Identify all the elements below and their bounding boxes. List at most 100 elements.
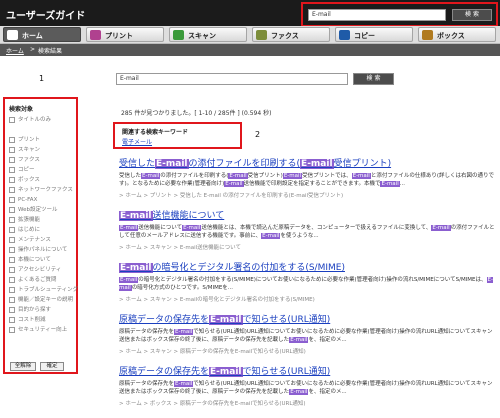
checkbox-icon[interactable] [9,267,15,273]
snippet-highlight: E-mail [119,225,139,231]
title-part: 原稿データの保存先を [119,367,210,377]
tab-copy[interactable]: コピー [335,27,413,42]
filter-checkbox[interactable]: メンテナンス [9,236,75,245]
filter-label: ボックス [18,177,40,183]
tab-home[interactable]: ホーム [3,27,81,42]
filter-checkbox[interactable]: ネットワークファクス [9,186,75,195]
filter-label: PC-FAX [18,197,38,203]
main-search-input[interactable]: E-mail [116,73,348,85]
tab-box[interactable]: ボックス [418,27,496,42]
title-part: 受信した [119,159,156,169]
checkbox-icon[interactable] [9,317,15,323]
checkbox-icon[interactable] [9,237,15,243]
filter-label: コピー [18,167,35,173]
checkbox-icon[interactable] [9,227,15,233]
result-title-link[interactable]: 原稿データの保存先をE-mailで知らせる(URL通知) [119,312,497,325]
checkbox-icon[interactable] [9,187,15,193]
filter-checkbox[interactable]: 本機について [9,256,75,265]
filter-checkbox[interactable]: Web設定ツール [9,206,75,215]
filter-checkbox[interactable]: タイトルのみ [9,116,75,125]
title-part: の暗号化とデジタル署名の付加をする(S/MIME) [152,263,345,273]
breadcrumb-home[interactable]: ホーム [6,46,24,55]
filter-checkbox[interactable]: コスト削減 [9,316,75,325]
snippet-highlight: E-mail [282,173,303,179]
filter-checkbox[interactable]: よくあるご質問 [9,276,75,285]
filter-checkbox[interactable]: ファクス [9,156,75,165]
filter-checkbox[interactable]: 目的から探す [9,306,75,315]
checkbox-icon[interactable] [9,167,15,173]
filter-checkbox[interactable]: コピー [9,166,75,175]
tab-print-label: プリント [105,32,133,40]
filter-checkbox[interactable]: スキャン [9,146,75,155]
annotation-1: 1 [39,74,45,83]
checkbox-icon[interactable] [9,247,15,253]
tab-print[interactable]: プリント [86,27,164,42]
filter-label: はじめに [18,227,41,233]
result-count: 285 件が見つかりました。[ 1-10 / 285件 ] (0.594 秒) [121,110,272,117]
header-search-button[interactable]: 検 索 [452,9,492,21]
snippet-highlight: E-mail [174,329,194,335]
filter-label: タイトルのみ [18,117,52,123]
search-result: 原稿データの保存先をE-mailで知らせる(URL通知) 原稿データの保存先をE… [119,364,497,407]
result-title-link[interactable]: 原稿データの保存先をE-mailで知らせる(URL通知) [119,364,497,377]
snippet-part: 受信プリントでは、 [302,173,352,179]
snippet-part: 受信プリント) [247,173,283,179]
main-search-button[interactable]: 検 索 [353,73,394,85]
checkbox-icon[interactable] [9,137,15,143]
title-highlight: E-mail [209,315,243,325]
filter-checkbox[interactable]: 拡張機能 [9,216,75,225]
snippet-part: 原稿データの保存先を [119,329,175,335]
snippet-part: 送信機能とは、本機で読込んだ原稿データを、コンピューターで扱えるファイルに変換し… [201,225,432,231]
filter-checkbox[interactable]: セキュリティー向上 [9,326,75,335]
checkbox-icon[interactable] [9,327,15,333]
checkbox-icon[interactable] [9,157,15,163]
filter-checkbox[interactable]: PC-FAX [9,196,75,205]
filter-label: 目的から探す [18,307,52,313]
checkbox-icon[interactable] [9,217,15,223]
tab-fax-label: ファクス [271,32,299,40]
checkbox-icon[interactable] [9,297,15,303]
snippet-part: 受信した [119,173,142,179]
tab-copy-label: コピー [354,32,375,40]
filter-checkbox[interactable]: ボックス [9,176,75,185]
snippet-highlight: E-mail [224,181,244,187]
checkbox-icon[interactable] [9,177,15,183]
checkbox-icon[interactable] [9,117,15,123]
result-title-link[interactable]: E-mailの暗号化とデジタル署名の付加をする(S/MIME) [119,260,497,273]
filter-checkbox[interactable]: 機能／設定キーの説明 [9,296,75,305]
filter-checkbox[interactable]: トラブルシューティング [9,286,78,295]
filter-checkbox[interactable]: プリント [9,136,75,145]
search-result: E-mail送信機能について E-mail送信機能についてE-mail送信機能と… [119,208,497,251]
checkbox-icon[interactable] [9,207,15,213]
deselect-all-button[interactable]: 全解除 [10,362,36,371]
checkbox-icon[interactable] [9,277,15,283]
snippet-part: の暗号化とデジタル署名の付加をする(S/MIME)についてお使いになるために必要… [138,277,487,283]
search-result: E-mailの暗号化とデジタル署名の付加をする(S/MIME) E-mailの暗… [119,260,497,303]
header-search-input[interactable]: E-mail [308,9,446,21]
checkbox-icon[interactable] [9,287,15,293]
search-target-heading: 検索対象 [9,106,34,113]
filter-checkbox[interactable]: 操作パネルについて [9,246,75,255]
annotation-2: 2 [255,130,261,139]
tab-scan[interactable]: スキャン [169,27,247,42]
box-icon [422,30,433,40]
title-part: 受信プリント) [333,159,392,169]
confirm-button[interactable]: 確定 [40,362,64,371]
result-title-link[interactable]: E-mail送信機能について [119,208,497,221]
tab-home-label: ホーム [22,32,43,40]
checkbox-icon[interactable] [9,307,15,313]
result-title-link[interactable]: 受信したE-mailの添付ファイルを印刷する(E-mail受信プリント) [119,156,497,169]
tab-fax[interactable]: ファクス [252,27,330,42]
related-keyword-link[interactable]: 電子メール [122,137,152,146]
result-snippet: 受信したE-mailの添付ファイルを印刷する(E-mail受信プリント)E-ma… [119,172,497,188]
checkbox-icon[interactable] [9,257,15,263]
result-path: > ホーム > プリント > 受信した E-mail の添付ファイルを印刷する(… [119,193,344,199]
filter-checkbox[interactable]: アクセシビリティ [9,266,75,275]
checkbox-icon[interactable] [9,147,15,153]
checkbox-icon[interactable] [9,197,15,203]
snippet-highlight: E-mail [119,277,139,283]
filter-checkbox[interactable]: はじめに [9,226,75,235]
result-snippet: E-mail送信機能についてE-mail送信機能とは、本機で読込んだ原稿データを… [119,224,497,240]
scanner-icon [173,30,184,40]
title-highlight: E-mail [119,263,153,273]
